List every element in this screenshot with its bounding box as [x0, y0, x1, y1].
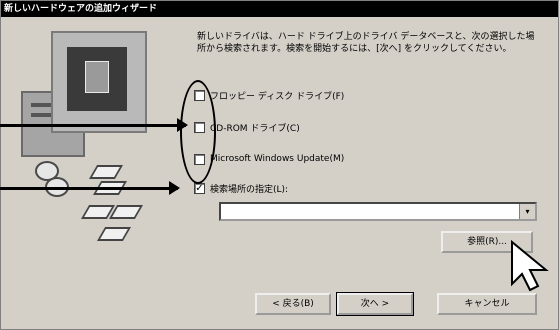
wizard-window: 新しいハードウェアの追加ウィザード 新しいドライバは、ハード ドライブ上のドライ… [0, 0, 559, 330]
option-label: CD-ROM ドライブ(C) [210, 123, 300, 134]
option-label: Microsoft Windows Update(M) [210, 154, 345, 164]
hardware-card-icon [108, 205, 144, 219]
callout-oval [180, 80, 216, 184]
location-path-combo[interactable]: ▾ [219, 202, 537, 221]
callout-arrow-icon [0, 118, 188, 132]
option-floppy[interactable]: フロッピー ディスク ドライブ(F) [194, 87, 344, 103]
combo-dropdown-icon[interactable]: ▾ [519, 204, 535, 219]
cancel-button[interactable]: キャンセル [437, 293, 537, 315]
option-label: 検索場所の指定(L): [210, 184, 289, 195]
callout-arrow-icon [0, 181, 180, 195]
option-windows-update[interactable]: Microsoft Windows Update(M) [194, 151, 344, 167]
option-specify-location[interactable]: ✓ 検索場所の指定(L): [194, 180, 288, 196]
next-button[interactable]: 次へ > [336, 292, 414, 316]
option-label: フロッピー ディスク ドライブ(F) [210, 91, 345, 102]
back-button[interactable]: < 戻る(B) [255, 293, 331, 315]
wizard-illustration [21, 31, 171, 271]
window-title: 新しいハードウェアの追加ウィザード [1, 1, 558, 17]
hardware-card-icon [88, 165, 124, 179]
hardware-card-icon [96, 227, 132, 241]
mouse-cursor-icon [511, 239, 549, 292]
monitor-icon [51, 31, 147, 133]
specify-location-checkbox[interactable]: ✓ [194, 182, 205, 194]
wizard-description: 新しいドライバは、ハード ドライブ上のドライバ データベースと、次の選択した場所… [197, 32, 535, 54]
